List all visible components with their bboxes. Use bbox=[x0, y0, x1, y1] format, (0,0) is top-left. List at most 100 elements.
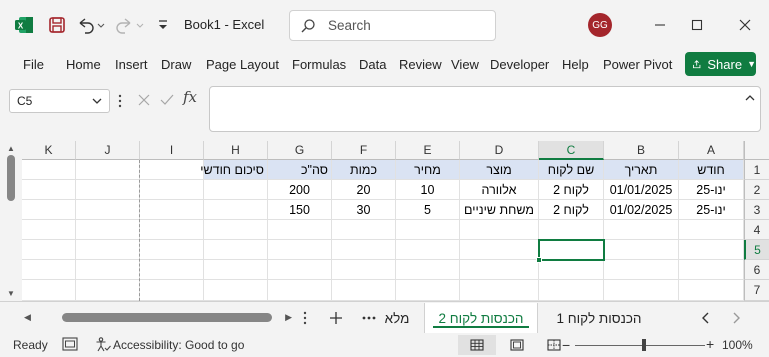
enter-icon[interactable] bbox=[159, 92, 175, 108]
zoom-in-icon[interactable]: + bbox=[706, 336, 714, 352]
cell-g3[interactable]: 150 bbox=[268, 200, 332, 220]
sheet-list-icon[interactable] bbox=[360, 308, 378, 328]
add-sheet-icon[interactable] bbox=[327, 308, 345, 328]
cell-h3[interactable] bbox=[204, 200, 268, 220]
row-header-7[interactable]: 7 bbox=[744, 280, 769, 301]
cell-f4[interactable] bbox=[332, 220, 396, 240]
cell-k1[interactable] bbox=[22, 160, 76, 180]
cell-i5[interactable] bbox=[140, 240, 204, 260]
cell-d2[interactable]: אלוורה bbox=[460, 180, 539, 200]
cell-j2[interactable] bbox=[76, 180, 140, 200]
column-header-b[interactable]: B bbox=[604, 141, 679, 160]
chevron-left-icon[interactable] bbox=[697, 308, 713, 328]
cell-b6[interactable] bbox=[604, 260, 679, 280]
cell-c4[interactable] bbox=[539, 220, 604, 240]
macro-recording-icon[interactable] bbox=[62, 337, 78, 354]
select-all-corner[interactable] bbox=[744, 141, 769, 160]
cell-g6[interactable] bbox=[268, 260, 332, 280]
cell-b4[interactable] bbox=[604, 220, 679, 240]
cell-j4[interactable] bbox=[76, 220, 140, 240]
cell-d1[interactable]: מוצר bbox=[460, 160, 539, 180]
cell-a1[interactable]: חודש bbox=[679, 160, 744, 180]
cell-j5[interactable] bbox=[76, 240, 140, 260]
cell-f2[interactable]: 20 bbox=[332, 180, 396, 200]
page-layout-view-icon[interactable] bbox=[498, 335, 536, 355]
cell-f1[interactable]: כמות bbox=[332, 160, 396, 180]
accessibility-status[interactable]: Accessibility: Good to go bbox=[113, 338, 244, 352]
cell-e7[interactable] bbox=[396, 280, 460, 301]
cell-b7[interactable] bbox=[604, 280, 679, 301]
tab-file[interactable]: File bbox=[23, 57, 44, 72]
cell-h7[interactable] bbox=[204, 280, 268, 301]
more-options-icon[interactable] bbox=[117, 92, 123, 110]
avatar[interactable]: GG bbox=[588, 13, 612, 37]
maximize-icon[interactable] bbox=[687, 15, 707, 35]
scroll-right-icon[interactable]: ▶ bbox=[285, 312, 292, 323]
tab-power-pivot[interactable]: Power Pivot bbox=[603, 57, 672, 72]
cell-h4[interactable] bbox=[204, 220, 268, 240]
scroll-down-icon[interactable]: ▼ bbox=[7, 289, 15, 298]
zoom-slider[interactable] bbox=[575, 345, 705, 346]
tab-draw[interactable]: Draw bbox=[161, 57, 191, 72]
cell-k3[interactable] bbox=[22, 200, 76, 220]
cell-e1[interactable]: מחיר bbox=[396, 160, 460, 180]
cell-a6[interactable] bbox=[679, 260, 744, 280]
zoom-level[interactable]: 100% bbox=[722, 338, 753, 352]
save-icon[interactable] bbox=[46, 14, 68, 36]
tab-insert[interactable]: Insert bbox=[115, 57, 148, 72]
column-header-g[interactable]: G bbox=[268, 141, 332, 160]
insert-function-icon[interactable]: fx bbox=[183, 88, 197, 106]
column-header-i[interactable]: I bbox=[140, 141, 204, 160]
tab-page-layout[interactable]: Page Layout bbox=[206, 57, 279, 72]
cell-a7[interactable] bbox=[679, 280, 744, 301]
fill-handle[interactable] bbox=[536, 257, 542, 263]
column-header-h[interactable]: H bbox=[204, 141, 268, 160]
cell-i3[interactable] bbox=[140, 200, 204, 220]
sheet-tab-extra[interactable]: מלא bbox=[380, 303, 414, 333]
cell-g2[interactable]: 200 bbox=[268, 180, 332, 200]
cell-a2[interactable]: ינו-25 bbox=[679, 180, 744, 200]
active-cell-selection[interactable] bbox=[536, 239, 605, 263]
cell-j1[interactable] bbox=[76, 160, 140, 180]
cell-g5[interactable] bbox=[268, 240, 332, 260]
cell-e6[interactable] bbox=[396, 260, 460, 280]
cell-a5[interactable] bbox=[679, 240, 744, 260]
cell-d7[interactable] bbox=[460, 280, 539, 301]
cell-c7[interactable] bbox=[539, 280, 604, 301]
cell-i4[interactable] bbox=[140, 220, 204, 240]
cell-i2[interactable] bbox=[140, 180, 204, 200]
close-icon[interactable] bbox=[735, 15, 755, 35]
cell-e5[interactable] bbox=[396, 240, 460, 260]
tab-developer[interactable]: Developer bbox=[490, 57, 549, 72]
customize-toolbar-icon[interactable] bbox=[154, 15, 172, 35]
cell-f6[interactable] bbox=[332, 260, 396, 280]
cell-b1[interactable]: תאריך bbox=[604, 160, 679, 180]
accessibility-icon[interactable] bbox=[95, 337, 111, 355]
tab-view[interactable]: View bbox=[451, 57, 479, 72]
cell-k2[interactable] bbox=[22, 180, 76, 200]
row-header-6[interactable]: 6 bbox=[744, 260, 769, 280]
tab-home[interactable]: Home bbox=[66, 57, 101, 72]
row-header-3[interactable]: 3 bbox=[744, 200, 769, 220]
sheet-tab-active[interactable]: הכנסות לקוח 2 bbox=[424, 303, 538, 333]
cell-c3[interactable]: לקוח 2 bbox=[539, 200, 604, 220]
cell-e2[interactable]: 10 bbox=[396, 180, 460, 200]
column-header-j[interactable]: J bbox=[76, 141, 140, 160]
cell-j3[interactable] bbox=[76, 200, 140, 220]
cell-b3[interactable]: 01/02/2025 bbox=[604, 200, 679, 220]
cell-h5[interactable] bbox=[204, 240, 268, 260]
cell-k4[interactable] bbox=[22, 220, 76, 240]
zoom-out-icon[interactable]: − bbox=[562, 337, 570, 353]
row-header-2[interactable]: 2 bbox=[744, 180, 769, 200]
cell-d5[interactable] bbox=[460, 240, 539, 260]
column-header-k[interactable]: K bbox=[22, 141, 76, 160]
cell-f7[interactable] bbox=[332, 280, 396, 301]
more-options-icon[interactable] bbox=[298, 308, 312, 328]
row-header-5[interactable]: 5 bbox=[744, 240, 769, 260]
cell-j7[interactable] bbox=[76, 280, 140, 301]
cell-d6[interactable] bbox=[460, 260, 539, 280]
minimize-icon[interactable] bbox=[650, 15, 670, 35]
undo-icon[interactable] bbox=[76, 14, 106, 36]
formula-input[interactable] bbox=[209, 86, 761, 132]
cell-g4[interactable] bbox=[268, 220, 332, 240]
